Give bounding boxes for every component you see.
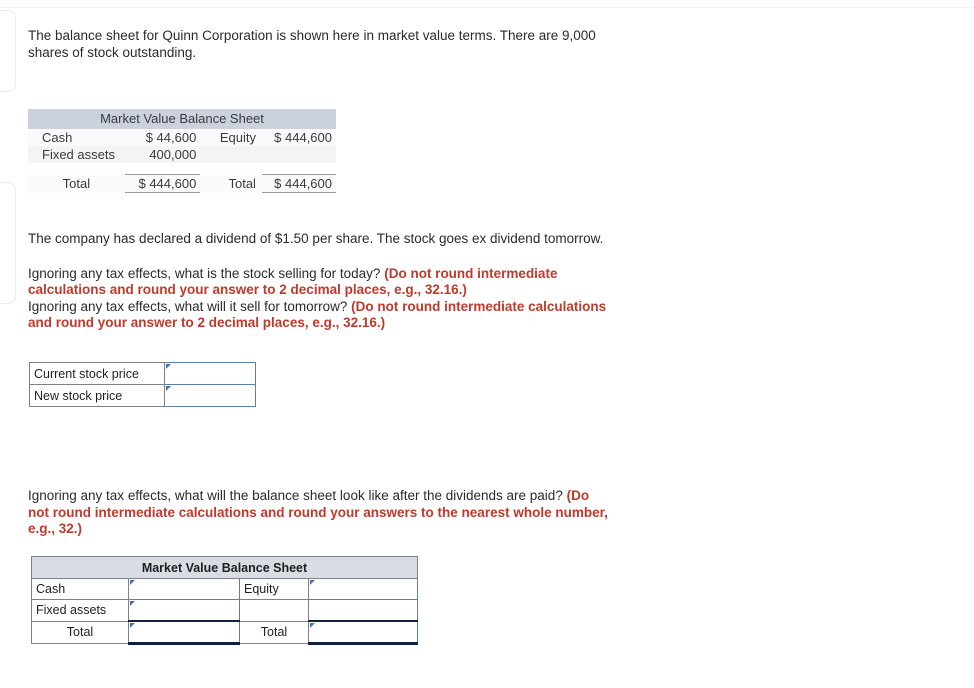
given-bs-rule-assets [124, 163, 201, 175]
question-block-two: Ignoring any tax effects, what will the … [28, 488, 608, 538]
intro-text: The balance sheet for Quinn Corporation … [28, 28, 596, 60]
current-stock-price-label: Current stock price [29, 362, 165, 385]
answer-balance-sheet: Market Value Balance Sheet Cash Equity F… [31, 556, 418, 645]
given-bs-total-equity-value: $ 444,600 [274, 176, 332, 191]
card-edge-upper [0, 10, 16, 92]
answer-bs-cash-label: Cash [31, 578, 129, 600]
question-one-line-two: Ignoring any tax effects, what will it s… [28, 299, 628, 332]
stock-price-table: Current stock price New stock price [29, 362, 256, 407]
answer-bs-row2-right-value [308, 599, 418, 622]
given-bs-total-equity-label: Total [228, 176, 256, 191]
given-bs-total-assets-value: $ 444,600 [138, 176, 197, 191]
table-row: Cash Equity [31, 578, 418, 600]
answer-bs-total-equity-value[interactable] [309, 622, 417, 642]
given-bs-equity-value: $ 444,600 [274, 130, 332, 145]
given-balance-sheet: Market Value Balance Sheet Cash $ 44,600… [28, 109, 336, 204]
given-bs-total-rule [28, 192, 336, 205]
spacer-after-dividend-note [28, 248, 628, 266]
answer-balance-sheet-table: Market Value Balance Sheet Cash Equity F… [31, 556, 418, 645]
given-bs-total-rule-pad-1 [28, 193, 125, 205]
given-bs-total-rule-equity [261, 192, 336, 204]
given-bs-fixed-assets-value: 400,000 [149, 147, 197, 162]
given-balance-sheet-table: Market Value Balance Sheet Cash $ 44,600… [28, 109, 336, 204]
question-one-line-one: Ignoring any tax effects, what is the st… [28, 266, 628, 299]
answer-bs-cash-input[interactable] [128, 578, 240, 600]
given-bs-title: Market Value Balance Sheet [28, 109, 336, 129]
given-bs-row-fixed-assets: Fixed assets 400,000 [28, 146, 336, 163]
given-bs-rule-equity [261, 163, 336, 175]
new-stock-price-label: New stock price [29, 384, 165, 407]
answer-bs-cash-value[interactable] [129, 579, 239, 599]
answer-bs-header-row: Market Value Balance Sheet [31, 556, 418, 579]
current-stock-price-value[interactable] [165, 363, 255, 384]
card-edge-lower [0, 182, 16, 304]
stock-price-answer-table: Current stock price New stock price [29, 362, 256, 407]
given-bs-rule-pad-2 [200, 163, 262, 175]
given-bs-total-rule-assets [124, 192, 201, 204]
answer-bs-title: Market Value Balance Sheet [31, 556, 418, 579]
q1-line1-plain: Ignoring any tax effects, what is the st… [28, 265, 385, 281]
given-bs-rule-pad-1 [28, 163, 125, 175]
answer-bs-fixed-assets-input[interactable] [128, 599, 240, 622]
given-bs-cash-label: Cash [42, 130, 73, 145]
q1-line2-plain: Ignoring any tax effects, what will it s… [28, 298, 352, 314]
answer-bs-fixed-assets-value[interactable] [129, 600, 239, 620]
question-two-text: Ignoring any tax effects, what will the … [28, 488, 608, 538]
given-bs-subtotal-rule [28, 163, 336, 175]
given-bs-header-row: Market Value Balance Sheet [28, 109, 336, 129]
table-row: New stock price [29, 384, 256, 407]
given-bs-row-cash: Cash $ 44,600 Equity $ 444,600 [28, 129, 336, 146]
q2-plain: Ignoring any tax effects, what will the … [28, 488, 567, 503]
given-bs-equity-label: Equity [219, 130, 256, 145]
answer-bs-row2-right-label [239, 599, 309, 622]
answer-bs-equity-input[interactable] [308, 578, 418, 600]
answer-bs-total-assets-label: Total [31, 620, 129, 644]
page-top-rule [0, 7, 974, 8]
table-row: Total Total [31, 620, 418, 645]
given-bs-cash-value: $ 44,600 [145, 130, 197, 145]
intro-paragraph: The balance sheet for Quinn Corporation … [28, 28, 608, 61]
new-stock-price-value[interactable] [165, 385, 255, 406]
given-bs-row-total: Total $ 444,600 Total $ 444,600 [28, 174, 336, 193]
answer-bs-equity-value[interactable] [309, 579, 417, 599]
table-row: Current stock price [29, 362, 256, 385]
given-bs-total-assets-label: Total [62, 176, 91, 191]
given-bs-total-rule-pad-2 [200, 193, 262, 205]
answer-bs-total-assets-value[interactable] [129, 622, 239, 642]
answer-bs-fixed-assets-label: Fixed assets [31, 599, 129, 622]
worksheet-page: The balance sheet for Quinn Corporation … [0, 0, 974, 688]
given-bs-fixed-assets-label: Fixed assets [42, 147, 115, 162]
answer-bs-total-equity-input[interactable] [308, 620, 418, 645]
answer-bs-equity-label: Equity [239, 578, 309, 600]
table-row: Fixed assets [31, 599, 418, 622]
dividend-note-text: The company has declared a dividend of $… [28, 231, 604, 246]
new-stock-price-input[interactable] [164, 384, 256, 407]
answer-bs-total-assets-input[interactable] [128, 620, 240, 645]
given-bs-row2-right-label [200, 146, 262, 163]
given-bs-row2-right-value [262, 146, 336, 163]
current-stock-price-input[interactable] [164, 362, 256, 385]
question-block-one: The company has declared a dividend of $… [28, 231, 628, 332]
answer-bs-total-equity-label: Total [239, 620, 309, 644]
